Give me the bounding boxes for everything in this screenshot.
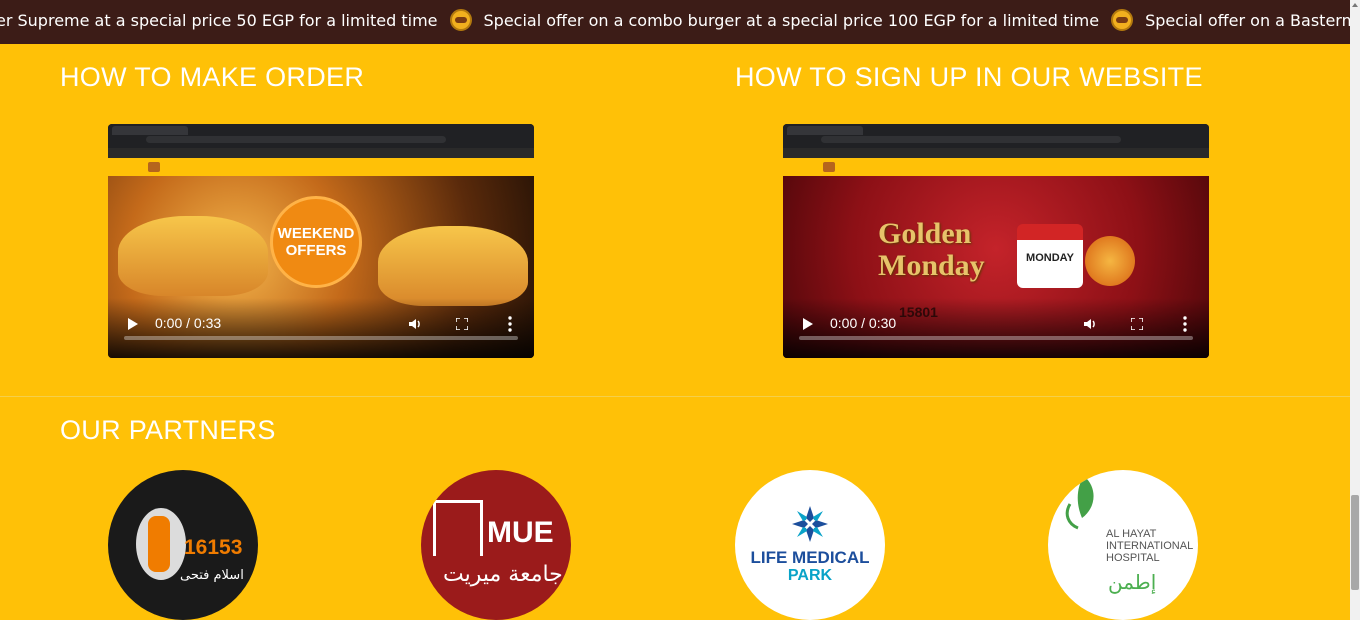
site-logo-icon <box>823 162 835 172</box>
video-site-header <box>108 158 534 176</box>
video-bookmarks-bar <box>108 148 534 158</box>
play-icon[interactable] <box>128 318 138 330</box>
play-icon[interactable] <box>803 318 813 330</box>
fullscreen-icon[interactable] <box>1131 318 1143 330</box>
more-options-icon[interactable] <box>1183 316 1187 332</box>
partner-name: 16153 <box>184 536 243 559</box>
partner-logo-hotline[interactable]: 16153 اسلام فتحى <box>108 470 258 620</box>
scroll-up-arrow-icon[interactable] <box>1352 3 1358 7</box>
partner-name: LIFE MEDICAL <box>750 548 870 567</box>
section-divider <box>0 396 1350 397</box>
burger-image <box>378 226 528 306</box>
video-time: 0:00 / 0:30 <box>830 315 897 331</box>
flower-icon <box>792 506 828 542</box>
ticker-item: Special offer on a Basterma at a special… <box>1145 10 1350 30</box>
signup-section-title: HOW TO SIGN UP IN OUR WEBSITE <box>735 62 1203 92</box>
partner-logo-al-hayat[interactable]: AL HAYAT INTERNATIONAL HOSPITAL إطمن <box>1048 470 1198 620</box>
partner-name: AL HAYAT INTERNATIONAL HOSPITAL <box>1106 528 1193 564</box>
partner-subtitle: جامعة ميريت <box>443 562 563 587</box>
video-progress-bar[interactable] <box>124 336 518 340</box>
info-icon <box>148 516 170 572</box>
video-site-header <box>783 158 1209 176</box>
ticker-track: er Supreme at a special price 50 EGP for… <box>0 9 1350 31</box>
order-section-title: HOW TO MAKE ORDER <box>60 62 365 92</box>
headline-line-1: Golden <box>878 217 972 250</box>
order-video-player[interactable]: WEEKEND OFFERS 0:00 / 0:33 <box>108 124 534 358</box>
video-time: 0:00 / 0:33 <box>155 315 222 331</box>
leaf-icon <box>1065 476 1094 530</box>
badge-line-2: OFFERS <box>285 242 347 259</box>
partner-logo-mue[interactable]: MUE جامعة ميريت <box>421 470 571 620</box>
offers-ticker: er Supreme at a special price 50 EGP for… <box>0 0 1350 44</box>
video-controls: 0:00 / 0:30 <box>783 298 1209 358</box>
ticker-item: er Supreme at a special price 50 EGP for… <box>0 10 438 30</box>
video-browser-chrome <box>783 124 1209 148</box>
partners-section-title: OUR PARTNERS <box>60 415 276 445</box>
site-logo-icon <box>148 162 160 172</box>
calendar-label: MONDAY <box>1026 252 1074 264</box>
badge-line-1: WEEKEND <box>277 225 355 242</box>
signup-video-player[interactable]: Golden Monday MONDAY 15801 0:00 / 0:30 <box>783 124 1209 358</box>
page-scrollbar[interactable] <box>1350 0 1360 620</box>
video-bookmarks-bar <box>783 148 1209 158</box>
partner-subtitle: اسلام فتحى <box>180 568 244 583</box>
burger-icon <box>449 9 472 31</box>
building-icon <box>433 500 483 556</box>
pizza-image <box>1085 236 1135 286</box>
volume-icon[interactable] <box>408 317 422 331</box>
weekend-offers-badge: WEEKEND OFFERS <box>270 196 362 288</box>
scrollbar-thumb[interactable] <box>1351 495 1359 590</box>
video-progress-bar[interactable] <box>799 336 1193 340</box>
partner-logo-life-medical-park[interactable]: LIFE MEDICAL PARK <box>735 470 885 620</box>
video-browser-chrome <box>108 124 534 148</box>
ticker-item: Special offer on a combo burger at a spe… <box>483 10 1100 30</box>
video-controls: 0:00 / 0:33 <box>108 298 534 358</box>
golden-monday-headline: Golden Monday <box>878 218 985 282</box>
partner-name: MUE <box>487 516 554 549</box>
burger-icon <box>1111 9 1134 31</box>
more-options-icon[interactable] <box>508 316 512 332</box>
calendar-icon: MONDAY <box>1017 224 1083 288</box>
fullscreen-icon[interactable] <box>456 318 468 330</box>
partner-subtitle: PARK <box>787 567 833 584</box>
headline-line-2: Monday <box>878 249 985 282</box>
partner-subtitle: إطمن <box>1108 570 1157 594</box>
burger-image <box>118 216 268 296</box>
volume-icon[interactable] <box>1083 317 1097 331</box>
